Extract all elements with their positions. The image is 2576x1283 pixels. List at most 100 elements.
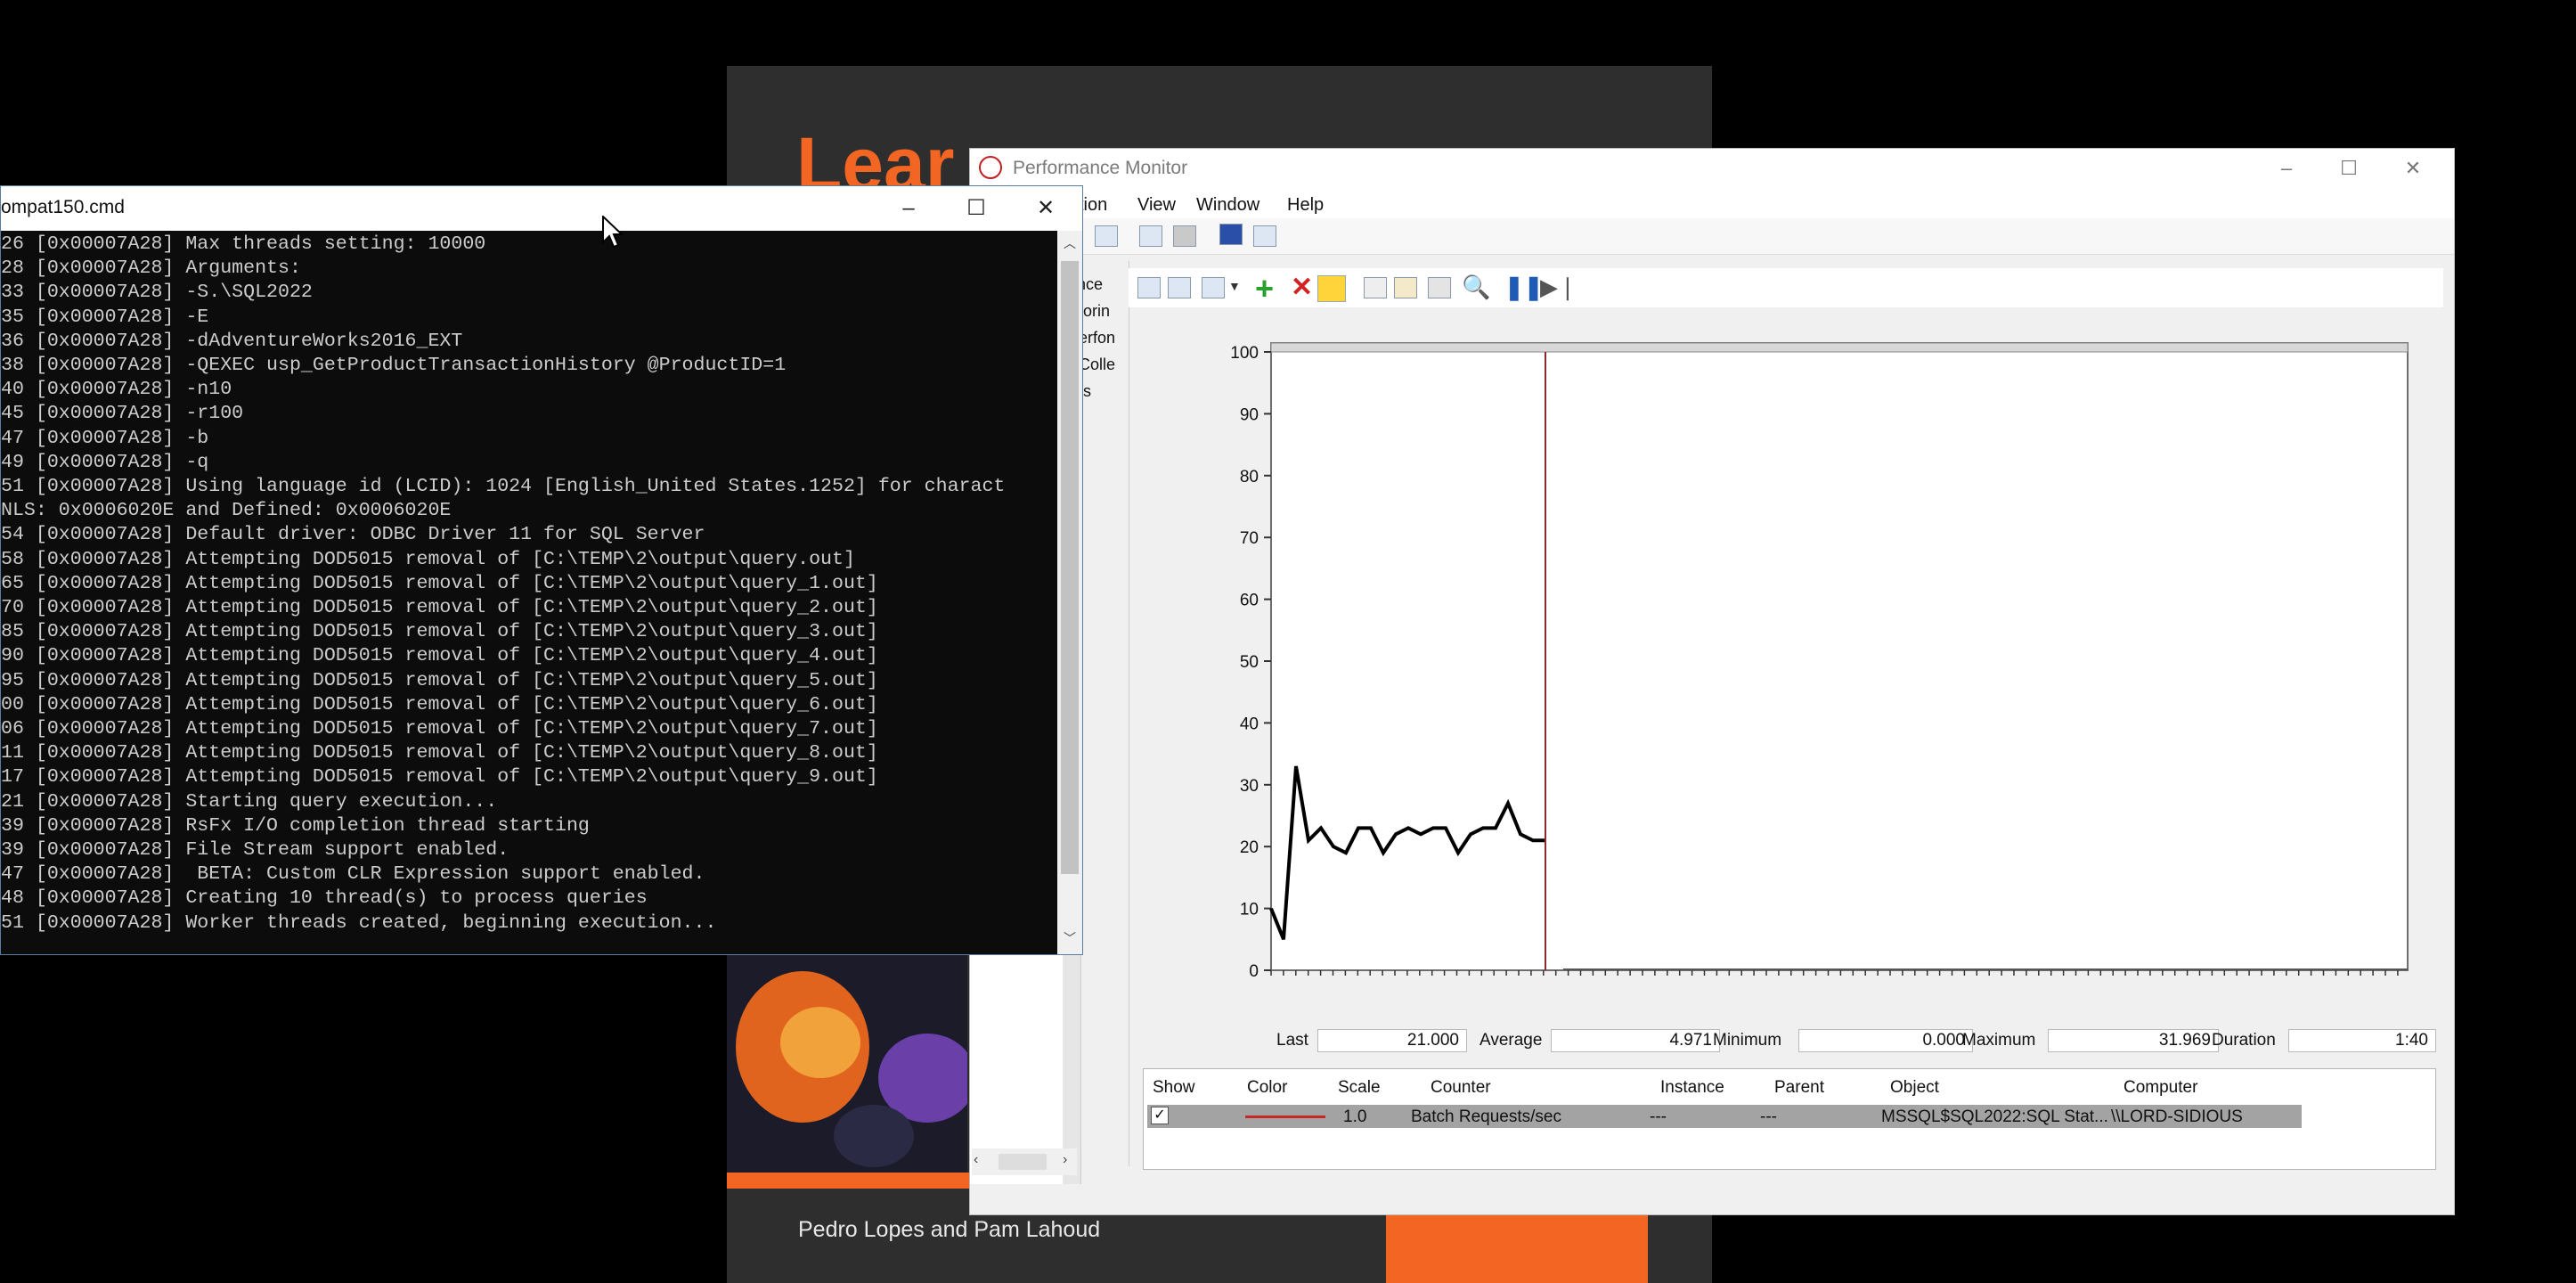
update-data-icon[interactable]: ▶❘ — [1540, 274, 1577, 301]
tree-item-data-collector-sets[interactable]: Colle — [1079, 355, 1115, 374]
cell-instance: --- — [1650, 1107, 1667, 1126]
console-line: 49 [0x00007A28] -q — [1, 451, 209, 473]
console-line: 39 [0x00007A28] File Stream support enab… — [1, 839, 509, 862]
console-line: 33 [0x00007A28] -S.\SQL2022 — [1, 282, 313, 304]
copy-properties-icon[interactable] — [1364, 277, 1387, 298]
console-line: 48 [0x00007A28] Creating 10 thread(s) to… — [1, 887, 648, 910]
command-prompt-window: ompat150.cmd – ☐ ✕ 26 [0x00007A28] Max t… — [0, 185, 1083, 955]
col-header-color[interactable]: Color — [1247, 1078, 1287, 1098]
console-line: 51 [0x00007A28] Using language id (LCID)… — [1, 476, 1006, 498]
cell-object: MSSQL$SQL2022:SQL Stat... — [1881, 1107, 2108, 1126]
view-log-data-icon[interactable] — [1168, 277, 1191, 298]
tree-scroll-thumb[interactable] — [999, 1154, 1047, 1170]
col-header-object[interactable]: Object — [1890, 1078, 1939, 1098]
stat-maximum-value: 31.969 — [2048, 1029, 2219, 1052]
counter-color-swatch — [1245, 1115, 1325, 1118]
pm-close-button[interactable]: ✕ — [2386, 152, 2440, 184]
stat-minimum-label: Minimum — [1713, 1031, 1782, 1050]
pm-minimize-button[interactable]: – — [2260, 152, 2313, 184]
delete-counter-icon[interactable]: ✕ — [1291, 272, 1313, 303]
console-line: 70 [0x00007A28] Attempting DOD5015 remov… — [1, 597, 878, 619]
tree-horizontal-scrollbar[interactable]: ‹ › — [972, 1148, 1077, 1175]
console-line: 95 [0x00007A28] Attempting DOD5015 remov… — [1, 669, 878, 691]
scroll-right-icon[interactable]: › — [1063, 1152, 1067, 1168]
freeze-display-icon[interactable]: ❚❚ — [1504, 274, 1544, 301]
pm-main-toolbar — [970, 218, 2454, 255]
col-header-counter[interactable]: Counter — [1431, 1078, 1491, 1098]
console-line: 38 [0x00007A28] -QEXEC usp_GetProductTra… — [1, 355, 787, 377]
cmd-scroll-thumb[interactable] — [1061, 261, 1079, 874]
console-line: 90 [0x00007A28] Attempting DOD5015 remov… — [1, 645, 878, 667]
view-current-activity-icon[interactable] — [1137, 277, 1161, 298]
cmd-vertical-scrollbar[interactable]: ︿ ﹀ — [1057, 231, 1082, 954]
graph-toolbar: ▼ + ✕ 🔍 ❚❚ ▶❘ — [1129, 268, 2443, 307]
y-tick-label: 40 — [1240, 715, 1259, 733]
scroll-down-icon[interactable]: ﹀ — [1057, 929, 1082, 951]
console-line: 58 [0x00007A28] Attempting DOD5015 remov… — [1, 548, 855, 570]
stat-duration-label: Duration — [2212, 1031, 2276, 1050]
counter-legend-table: Show Color Scale Counter Instance Parent… — [1143, 1068, 2436, 1170]
console-line: NLS: 0x0006020E and Defined: 0x0006020E — [1, 500, 452, 522]
cmd-maximize-button[interactable]: ☐ — [945, 190, 1007, 227]
scroll-up-icon[interactable]: ︿ — [1057, 234, 1082, 256]
y-tick-label: 30 — [1240, 777, 1259, 796]
col-header-parent[interactable]: Parent — [1774, 1078, 1824, 1098]
cmd-window-title: ompat150.cmd — [1, 197, 125, 217]
stat-last-label: Last — [1276, 1031, 1308, 1050]
cmd-minimize-button[interactable]: – — [877, 190, 940, 227]
perfmon-app-icon — [979, 156, 1002, 179]
table-row[interactable]: ✓ 1.0 Batch Requests/sec --- --- MSSQL$S… — [1147, 1105, 2302, 1128]
counter-properties-icon[interactable] — [1428, 277, 1451, 298]
console-line: 54 [0x00007A28] Default driver: ODBC Dri… — [1, 524, 705, 546]
col-header-instance[interactable]: Instance — [1660, 1078, 1724, 1098]
console-line: 17 [0x00007A28] Attempting DOD5015 remov… — [1, 766, 878, 789]
console-line: 26 [0x00007A28] Max threads setting: 100… — [1, 233, 486, 255]
cmd-titlebar[interactable]: ompat150.cmd – ☐ ✕ — [1, 186, 1082, 231]
zoom-icon[interactable]: 🔍 — [1462, 274, 1490, 301]
menu-view[interactable]: View — [1137, 195, 1176, 216]
console-line: 47 [0x00007A28] -b — [1, 427, 209, 449]
console-line: 35 [0x00007A28] -E — [1, 306, 209, 328]
console-line: 47 [0x00007A28] BETA: Custom CLR Express… — [1, 863, 705, 886]
pm-titlebar[interactable]: Performance Monitor – ☐ ✕ — [970, 149, 2454, 190]
show-checkbox[interactable]: ✓ — [1151, 1107, 1169, 1124]
cell-parent: --- — [1760, 1107, 1777, 1126]
help-icon[interactable] — [1219, 224, 1243, 245]
cmd-close-button[interactable]: ✕ — [1015, 190, 1077, 227]
show-hide-action-pane-icon[interactable] — [1253, 225, 1276, 247]
plot-top-band — [1270, 342, 2409, 353]
change-graph-type-icon[interactable] — [1202, 277, 1225, 298]
menu-window[interactable]: Window — [1196, 195, 1259, 216]
stat-average-label: Average — [1480, 1031, 1543, 1050]
add-counter-icon[interactable]: + — [1255, 270, 1274, 307]
y-tick-label: 90 — [1240, 405, 1259, 424]
highlight-icon[interactable] — [1317, 275, 1346, 302]
tree-item-monitoring-tools[interactable]: torin — [1079, 302, 1110, 321]
pm-maximize-button[interactable]: ☐ — [2322, 152, 2376, 184]
print-icon[interactable] — [1173, 225, 1196, 247]
book-cover-block — [1386, 1214, 1648, 1283]
console-line: 39 [0x00007A28] RsFx I/O completion thre… — [1, 814, 590, 837]
y-tick-label: 70 — [1240, 529, 1259, 548]
console-output[interactable]: 26 [0x00007A28] Max threads setting: 100… — [1, 233, 1052, 936]
properties-icon[interactable] — [1139, 225, 1162, 247]
chevron-down-icon[interactable]: ▼ — [1228, 279, 1241, 293]
menu-help[interactable]: Help — [1287, 195, 1324, 216]
col-header-computer[interactable]: Computer — [2124, 1078, 2197, 1098]
cell-computer: \\LORD-SIDIOUS — [2111, 1107, 2243, 1126]
stat-duration-value: 1:40 — [2288, 1029, 2436, 1052]
col-header-show[interactable]: Show — [1153, 1078, 1195, 1098]
paste-counter-list-icon[interactable] — [1394, 277, 1417, 298]
console-line: 85 [0x00007A28] Attempting DOD5015 remov… — [1, 621, 878, 643]
y-tick-label: 100 — [1230, 344, 1259, 363]
y-tick-label: 0 — [1249, 962, 1259, 981]
book-authors: Pedro Lopes and Pam Lahoud — [798, 1217, 1101, 1242]
console-line: 40 [0x00007A28] -n10 — [1, 379, 232, 401]
plot-area — [1270, 342, 2409, 971]
col-header-scale[interactable]: Scale — [1338, 1078, 1381, 1098]
tree-item-performance-monitor[interactable]: erfon — [1079, 329, 1115, 347]
console-line: 21 [0x00007A28] Starting query execution… — [1, 790, 498, 813]
show-hide-tree-icon[interactable] — [1095, 225, 1118, 247]
console-line: 28 [0x00007A28] Arguments: — [1, 257, 301, 280]
scroll-left-icon[interactable]: ‹ — [974, 1152, 978, 1168]
